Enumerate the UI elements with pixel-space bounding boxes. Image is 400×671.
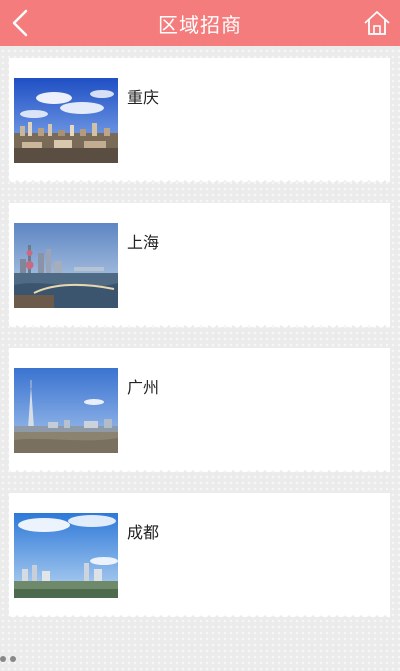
scroll-indicator xyxy=(0,656,16,662)
city-card-shanghai[interactable]: 上海 xyxy=(9,203,390,331)
city-photo-chongqing xyxy=(14,78,118,163)
city-photo-chengdu xyxy=(14,513,118,598)
indicator-dot xyxy=(10,656,16,662)
city-card-guangzhou[interactable]: 广州 xyxy=(9,348,390,476)
indicator-dot xyxy=(0,656,6,662)
city-photo-shanghai xyxy=(14,223,118,308)
page-title: 区域招商 xyxy=(158,12,242,37)
city-name: 上海 xyxy=(127,233,160,252)
top-bar: 区域招商 xyxy=(0,0,400,46)
city-name: 成都 xyxy=(127,523,160,542)
city-card-chengdu[interactable]: 成都 xyxy=(9,493,390,621)
city-name: 重庆 xyxy=(127,88,160,107)
city-photo-guangzhou xyxy=(14,368,118,453)
home-icon[interactable] xyxy=(363,9,391,37)
city-card-chongqing[interactable]: 重庆 xyxy=(9,58,390,186)
city-name: 广州 xyxy=(127,378,160,397)
city-list: 重庆 上海 广州 成都 xyxy=(9,58,390,638)
chevron-left-icon[interactable] xyxy=(8,7,32,39)
